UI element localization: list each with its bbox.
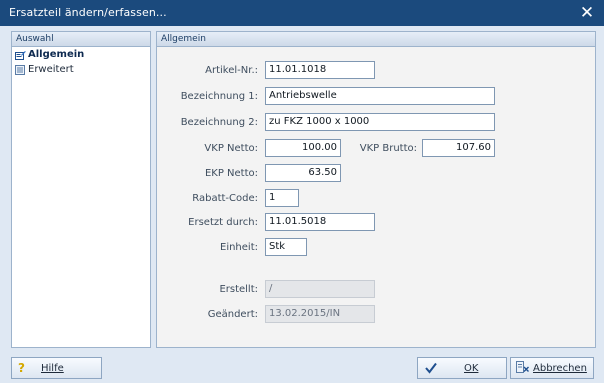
ok-button-label: OK [464,363,479,374]
form-edit-icon [15,50,26,60]
title-bar: Ersatzteil ändern/erfassen... ✕ [0,0,604,26]
rabatt-code-label: Rabatt-Code: [192,193,258,204]
general-panel: Allgemein [156,31,596,348]
vkp-brutto-field[interactable]: 107.60 [422,139,495,157]
einheit-label: Einheit: [220,242,258,253]
ekp-netto-field[interactable]: 63.50 [265,164,341,182]
erstellt-field: / [265,280,375,298]
ersetzt-durch-field[interactable]: 11.01.5018 [265,213,375,231]
nav-item-label: Allgemein [28,49,85,60]
selection-panel: Auswahl Allgemein Erweitert [11,31,151,348]
selection-panel-header: Auswahl [12,32,150,47]
nav-item-label: Erweitert [28,64,74,75]
artikel-nr-label: Artikel-Nr.: [205,65,258,76]
bezeichnung1-label: Bezeichnung 1: [180,91,258,102]
nav-item-allgemein[interactable]: Allgemein [12,47,150,62]
artikel-nr-field[interactable]: 11.01.1018 [265,61,375,79]
cancel-list-icon [516,361,529,377]
ekp-netto-label: EKP Netto: [204,168,258,179]
geaendert-field: 13.02.2015/IN [265,305,375,323]
cancel-button[interactable]: Abbrechen [510,357,594,379]
erstellt-label: Erstellt: [219,284,258,295]
question-icon: ? [18,361,25,375]
vkp-brutto-label: VKP Brutto: [359,143,417,154]
help-button[interactable]: ? Hilfe [11,357,102,379]
bezeichnung2-field[interactable]: zu FKZ 1000 x 1000 [265,113,495,131]
button-bar: ? Hilfe OK Abbrechen [0,355,604,383]
checkmark-icon [424,361,438,378]
close-icon[interactable]: ✕ [576,3,598,23]
general-panel-header: Allgemein [157,32,595,47]
window-title: Ersatzteil ändern/erfassen... [9,6,167,19]
nav-item-erweitert[interactable]: Erweitert [12,62,150,77]
bezeichnung2-label: Bezeichnung 2: [180,117,258,128]
bezeichnung1-field[interactable]: Antriebswelle [265,87,495,105]
vkp-netto-field[interactable]: 100.00 [265,139,341,157]
geaendert-label: Geändert: [207,309,258,320]
rabatt-code-field[interactable]: 1 [265,189,299,207]
ersetzt-durch-label: Ersetzt durch: [188,217,258,228]
ok-button[interactable]: OK [417,357,507,379]
vkp-netto-label: VKP Netto: [204,143,258,154]
einheit-field[interactable]: Stk [265,238,307,256]
help-button-label: Hilfe [41,363,64,374]
document-list-icon [15,65,26,75]
cancel-button-label: Abbrechen [533,363,587,374]
